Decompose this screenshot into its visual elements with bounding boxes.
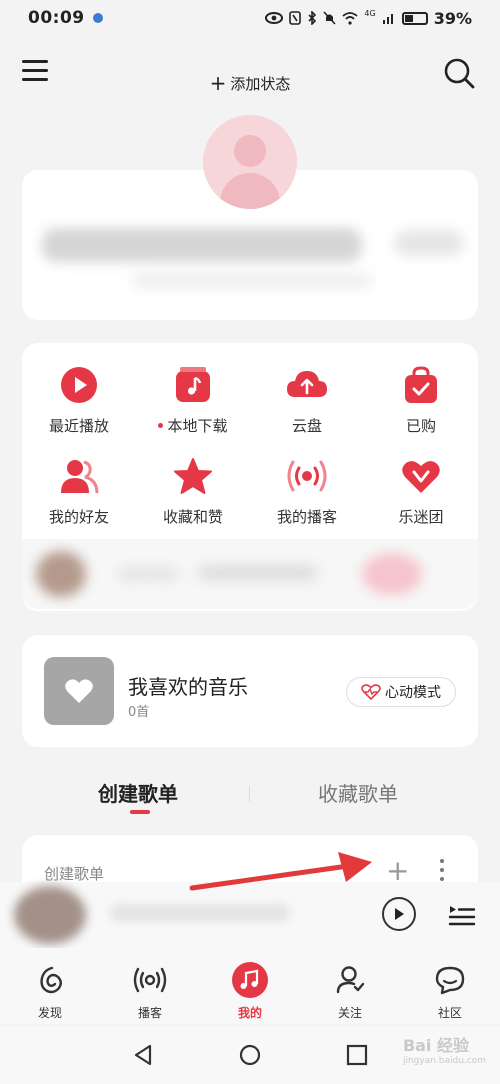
nfc-icon <box>289 11 302 25</box>
network-type: 4G <box>364 8 376 18</box>
quick-recent-play[interactable]: 最近播放 <box>22 363 136 436</box>
watermark-sub: jingyan.baidu.com <box>402 1056 486 1066</box>
created-playlists-label: 创建歌单 <box>44 865 105 883</box>
mini-player-title <box>110 904 290 922</box>
favorite-title: 我喜欢的音乐 <box>128 675 248 699</box>
battery-percent: 39% <box>433 8 472 28</box>
blurred-recommendation-row[interactable] <box>22 539 478 609</box>
nav-community[interactable]: 社区 <box>415 962 485 1021</box>
eye-icon <box>265 12 284 24</box>
music-note-icon <box>232 962 268 998</box>
play-button[interactable] <box>382 897 416 931</box>
tab-divider <box>249 786 250 802</box>
nav-follow[interactable]: 关注 <box>315 962 385 1021</box>
nav-label: 关注 <box>337 1006 362 1020</box>
favorite-count: 0首 <box>128 705 150 720</box>
discover-icon <box>32 962 68 998</box>
quick-cloud[interactable]: 云盘 <box>250 363 364 436</box>
favorite-cover[interactable] <box>44 657 114 725</box>
playlist-tabs: 创建歌单 收藏歌单 <box>0 768 500 818</box>
battery-icon <box>401 11 428 25</box>
quick-purchased[interactable]: 已购 <box>364 363 478 436</box>
quick-actions-grid: 最近播放 本地下载 云盘 已购 我的好友 收藏和赞 我的播客 乐迷团 <box>22 363 478 527</box>
nav-mine[interactable]: 我的 <box>215 962 285 1021</box>
nav-label: 发现 <box>37 1006 62 1020</box>
recents-icon[interactable] <box>346 1044 368 1066</box>
watermark: Bai 经验 jingyan.baidu.com <box>403 1032 486 1066</box>
back-icon[interactable] <box>132 1044 154 1066</box>
music-file-icon <box>171 363 215 407</box>
quick-label: 乐迷团 <box>398 508 444 526</box>
notification-dot-icon <box>92 13 103 23</box>
avatar[interactable] <box>203 115 297 209</box>
mini-player[interactable] <box>0 882 500 948</box>
tab-create-playlist[interactable]: 创建歌单 <box>98 778 178 807</box>
quick-label: 收藏和赞 <box>162 508 223 526</box>
playlist-queue-icon[interactable] <box>448 902 476 928</box>
menu-icon[interactable] <box>22 60 48 82</box>
star-icon <box>171 454 215 498</box>
watermark-text: Bai 经验 <box>402 1036 469 1055</box>
quick-label-wrap: 本地下载 <box>158 415 228 436</box>
status-time: 00:09 <box>28 8 85 28</box>
wifi-icon <box>342 11 358 25</box>
add-status-label: 添加状态 <box>230 74 291 93</box>
community-icon <box>432 962 468 998</box>
status-icons: 4G 39% <box>265 9 472 28</box>
tab-active-indicator <box>130 810 150 814</box>
heart-icon <box>65 679 93 703</box>
friends-icon <box>57 454 101 498</box>
mini-player-cover[interactable] <box>14 886 86 944</box>
blurred-info <box>394 230 464 256</box>
heart-mode-label: 心动模式 <box>385 685 441 701</box>
status-bar: 00:09 4G 39% <box>0 0 500 36</box>
quick-label: 云盘 <box>291 417 322 435</box>
quick-label: 我的播客 <box>276 508 337 526</box>
nav-label: 播客 <box>137 1006 162 1020</box>
header: + 添加状态 <box>0 50 500 100</box>
quick-favorites[interactable]: 收藏和赞 <box>136 454 250 527</box>
heartbeat-icon <box>361 684 381 700</box>
quick-local-download[interactable]: 本地下载 <box>136 363 250 436</box>
quick-fan-club[interactable]: 乐迷团 <box>364 454 478 527</box>
favorite-music-card[interactable]: 我喜欢的音乐 0首 心动模式 <box>22 635 478 747</box>
bottom-nav: 发现 播客 我的 关注 社区 <box>0 948 500 1024</box>
bluetooth-icon <box>308 11 317 25</box>
nav-podcast[interactable]: 播客 <box>115 962 185 1021</box>
blurred-username <box>42 228 362 262</box>
play-icon <box>57 363 101 407</box>
blurred-stats <box>132 274 372 288</box>
tab-collected-playlist[interactable]: 收藏歌单 <box>318 778 398 807</box>
plus-icon: + <box>209 71 227 95</box>
fan-heart-icon <box>399 454 443 498</box>
nav-discover[interactable]: 发现 <box>15 962 85 1021</box>
quick-label: 已购 <box>405 417 436 435</box>
quick-label: 我的好友 <box>48 508 109 526</box>
quick-label: 本地下载 <box>167 417 228 435</box>
podcast-icon <box>285 454 329 498</box>
cloud-upload-icon <box>285 363 329 407</box>
shopping-bag-icon <box>399 363 443 407</box>
signal-icon <box>382 14 393 24</box>
quick-friends[interactable]: 我的好友 <box>22 454 136 527</box>
home-icon[interactable] <box>239 1044 261 1066</box>
add-playlist-button[interactable]: + <box>386 857 409 885</box>
quick-label: 最近播放 <box>48 417 109 435</box>
quick-actions-card: 最近播放 本地下载 云盘 已购 我的好友 收藏和赞 我的播客 乐迷团 <box>22 343 478 611</box>
heart-mode-button[interactable]: 心动模式 <box>346 677 456 707</box>
play-icon <box>395 908 404 920</box>
nav-label: 社区 <box>437 1006 462 1020</box>
nav-label: 我的 <box>237 1006 262 1020</box>
mute-icon <box>323 11 336 25</box>
follow-icon <box>332 962 368 998</box>
new-dot-icon <box>158 423 164 428</box>
search-icon[interactable] <box>442 56 476 90</box>
quick-my-podcast[interactable]: 我的播客 <box>250 454 364 527</box>
podcast-nav-icon <box>132 962 168 998</box>
add-status-button[interactable]: + 添加状态 <box>196 68 304 98</box>
